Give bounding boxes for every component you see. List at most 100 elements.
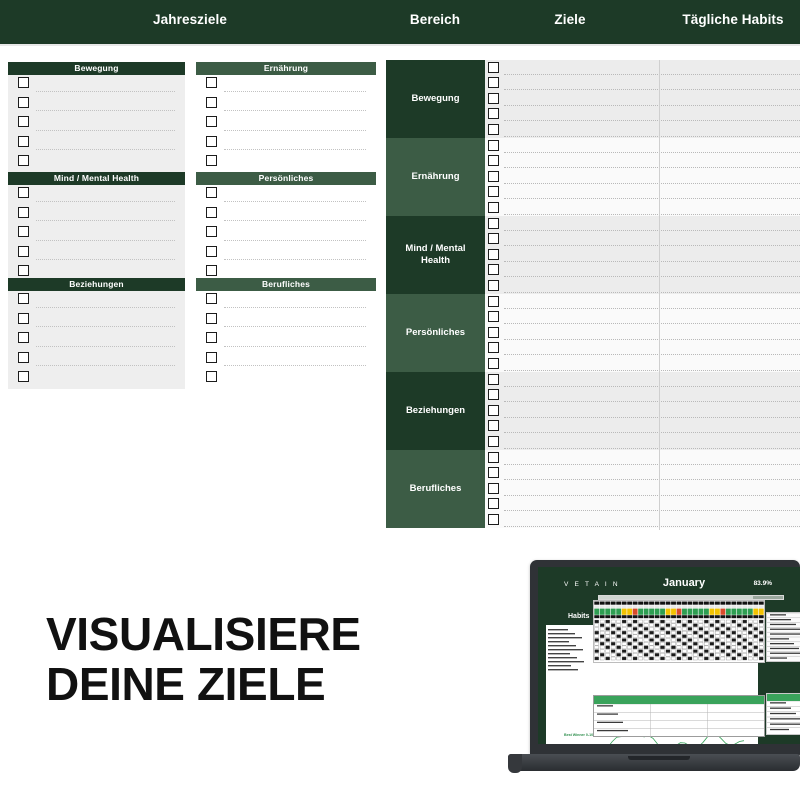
habit-grid-row[interactable] — [485, 309, 800, 326]
habit-grid-row[interactable] — [485, 138, 800, 154]
habit-grid-row[interactable] — [485, 340, 800, 357]
habit-grid-row[interactable] — [485, 434, 800, 450]
habit-grid-row[interactable] — [485, 216, 800, 232]
checkbox-icon[interactable] — [488, 123, 499, 135]
checkbox-icon[interactable] — [488, 357, 499, 369]
goal-row[interactable] — [196, 75, 376, 95]
habit-grid-row[interactable] — [485, 450, 800, 466]
checkbox-icon[interactable] — [488, 404, 499, 416]
checkbox-icon[interactable] — [488, 451, 499, 463]
habit-grid-row[interactable] — [485, 325, 800, 341]
checkbox-icon[interactable] — [488, 264, 499, 276]
checkbox-icon[interactable] — [206, 116, 217, 128]
goal-row[interactable] — [8, 369, 185, 389]
goal-row[interactable] — [196, 114, 376, 134]
checkbox-icon[interactable] — [206, 245, 217, 257]
checkbox-icon[interactable] — [206, 351, 217, 363]
habit-grid-row[interactable] — [485, 512, 800, 528]
checkbox-icon[interactable] — [206, 332, 217, 344]
checkbox-icon[interactable] — [488, 326, 499, 338]
checkbox-icon[interactable] — [488, 482, 499, 494]
goal-row[interactable] — [196, 153, 376, 173]
checkbox-icon[interactable] — [18, 187, 29, 198]
bereich-cell-bewegung[interactable]: Bewegung — [386, 60, 485, 138]
checkbox-icon[interactable] — [488, 295, 499, 307]
checkbox-icon[interactable] — [488, 201, 499, 213]
checkbox-icon[interactable] — [488, 217, 499, 229]
habit-grid-row[interactable] — [485, 75, 800, 92]
habit-grid-row[interactable] — [485, 294, 800, 310]
checkbox-icon[interactable] — [18, 226, 29, 238]
checkbox-icon[interactable] — [488, 61, 499, 73]
checkbox-icon[interactable] — [206, 187, 217, 198]
checkbox-icon[interactable] — [206, 155, 217, 167]
goal-row[interactable] — [196, 330, 376, 350]
bereich-cell-beziehungen[interactable]: Beziehungen — [386, 372, 485, 450]
bereich-cell-berufliches[interactable]: Berufliches — [386, 450, 485, 528]
habit-grid-row[interactable] — [485, 200, 800, 216]
goal-row[interactable] — [196, 350, 376, 370]
checkbox-icon[interactable] — [18, 245, 29, 257]
goal-row[interactable] — [196, 311, 376, 331]
checkbox-icon[interactable] — [18, 293, 29, 304]
checkbox-icon[interactable] — [488, 77, 499, 89]
goal-row[interactable] — [196, 185, 376, 205]
goal-row[interactable] — [8, 291, 185, 311]
bereich-cell-ern-hrung[interactable]: Ernährung — [386, 138, 485, 216]
goal-row[interactable] — [8, 311, 185, 331]
checkbox-icon[interactable] — [488, 342, 499, 354]
goal-card-pers-nliches[interactable]: Persönliches — [196, 172, 376, 283]
checkbox-icon[interactable] — [488, 139, 499, 151]
habit-grid-row[interactable] — [485, 60, 800, 76]
habit-grid-row[interactable] — [485, 153, 800, 170]
checkbox-icon[interactable] — [488, 108, 499, 120]
checkbox-icon[interactable] — [488, 389, 499, 401]
habit-grid-row[interactable] — [485, 91, 800, 107]
habit-grid-row[interactable] — [485, 387, 800, 404]
checkbox-icon[interactable] — [206, 371, 217, 383]
checkbox-icon[interactable] — [18, 265, 29, 277]
habit-grid-row[interactable] — [485, 481, 800, 497]
checkbox-icon[interactable] — [18, 96, 29, 108]
goal-row[interactable] — [196, 291, 376, 311]
habit-grid-row[interactable] — [485, 184, 800, 201]
goal-row[interactable] — [8, 224, 185, 244]
checkbox-icon[interactable] — [206, 96, 217, 108]
habit-grid-row[interactable] — [485, 465, 800, 482]
goal-row[interactable] — [8, 185, 185, 205]
goal-row[interactable] — [196, 134, 376, 154]
checkbox-icon[interactable] — [18, 135, 29, 147]
goal-row[interactable] — [8, 350, 185, 370]
bereich-cell-pers-nliches[interactable]: Persönliches — [386, 294, 485, 372]
checkbox-icon[interactable] — [18, 371, 29, 383]
goal-card-beziehungen[interactable]: Beziehungen — [8, 278, 185, 389]
habit-grid-row[interactable] — [485, 231, 800, 248]
habit-grid-row[interactable] — [485, 169, 800, 185]
checkbox-icon[interactable] — [488, 513, 499, 525]
goal-card-ern-hrung[interactable]: Ernährung — [196, 62, 376, 173]
checkbox-icon[interactable] — [488, 373, 499, 385]
habit-grid-row[interactable] — [485, 418, 800, 435]
checkbox-icon[interactable] — [488, 248, 499, 260]
checkbox-icon[interactable] — [488, 186, 499, 198]
habit-grid-row[interactable] — [485, 262, 800, 279]
habit-grid-row[interactable] — [485, 278, 800, 294]
goal-row[interactable] — [196, 369, 376, 389]
goal-row[interactable] — [8, 75, 185, 95]
habit-grid-row[interactable] — [485, 372, 800, 388]
goal-row[interactable] — [8, 95, 185, 115]
checkbox-icon[interactable] — [488, 311, 499, 323]
checkbox-icon[interactable] — [488, 435, 499, 447]
checkbox-icon[interactable] — [18, 332, 29, 344]
goal-row[interactable] — [196, 205, 376, 225]
goal-row[interactable] — [8, 114, 185, 134]
checkbox-icon[interactable] — [488, 155, 499, 167]
checkbox-icon[interactable] — [488, 279, 499, 291]
habit-grid-row[interactable] — [485, 122, 800, 138]
goal-card-berufliches[interactable]: Berufliches — [196, 278, 376, 389]
checkbox-icon[interactable] — [206, 293, 217, 304]
checkbox-icon[interactable] — [488, 170, 499, 182]
goal-row[interactable] — [8, 153, 185, 173]
checkbox-icon[interactable] — [488, 420, 499, 432]
checkbox-icon[interactable] — [18, 206, 29, 218]
